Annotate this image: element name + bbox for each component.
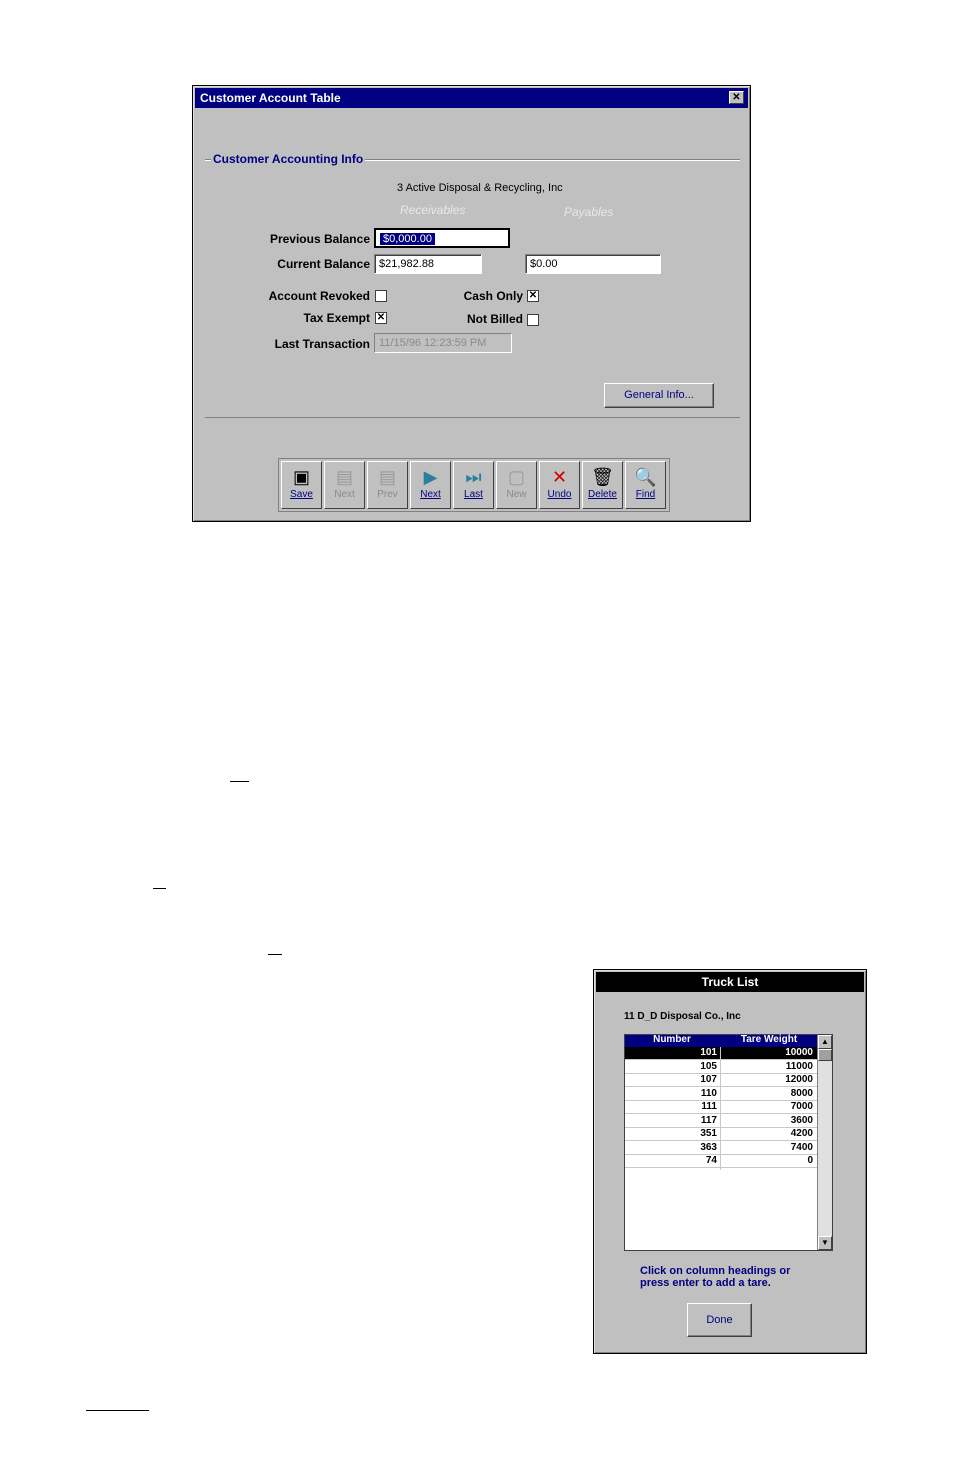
previous-balance-label: Previous Balance [269,232,370,246]
toolbar-button-label: New [506,489,527,500]
current-balance-label: Current Balance [277,257,370,271]
toolbar-button-undo[interactable]: ✕ Undo [539,461,580,509]
table-row[interactable]: 363 7400 [625,1142,817,1155]
new-icon: ▢ [507,467,525,487]
page-rule [230,781,249,782]
trash-icon: 🗑 [591,467,614,487]
last-transaction-field: 11/15/96 12:23:59 PM [374,333,512,353]
truck-customer-name: 11 D_D Disposal Co., Inc [624,1011,741,1022]
cash-only-label: Cash Only [463,289,523,303]
save-icon: ▣ [292,467,310,487]
current-balance-receivable-field[interactable]: $21,982.88 [374,254,482,274]
done-button[interactable]: Done [687,1303,752,1337]
tare-weight-cell: 10000 [785,1047,813,1058]
last-transaction-label: Last Transaction [274,337,370,351]
magnifier-icon: 🔍 [634,467,657,487]
truck-hint: Click on column headings or press enter … [640,1265,791,1289]
scroll-down-icon[interactable]: ▼ [818,1236,832,1250]
truck-number-cell: 117 [700,1114,717,1126]
table-row[interactable]: 74 0 [625,1155,817,1168]
account-revoked-label: Account Revoked [268,289,370,303]
cash-only-checkbox[interactable]: ✕ [527,290,539,302]
truck-number-cell: 351 [700,1128,717,1139]
truck-grid[interactable]: Number Tare Weight 101 10000 105 11000 107 12… [624,1034,833,1251]
table-row[interactable]: 117 3600 [625,1115,817,1128]
table-row[interactable]: 107 12000 [625,1074,817,1087]
truck-number-cell: 74 [705,1155,717,1166]
previous-balance-field[interactable]: $0,000.00 [374,228,510,248]
customer-name: 3 Active Disposal & Recycling, Inc [397,182,563,194]
tare-weight-cell: 4200 [790,1128,813,1139]
column-header-tare-weight[interactable]: Tare Weight [721,1034,817,1045]
tare-weight-cell: 12000 [785,1074,813,1085]
customer-account-titlebar[interactable]: Customer Account Table ✕ [195,88,748,108]
tare-weight-cell: 3600 [790,1114,813,1126]
table-row[interactable]: 111 7000 [625,1101,817,1114]
tare-weight-cell: 7000 [790,1101,813,1112]
table-row[interactable]: 351 4200 [625,1128,817,1141]
customer-account-window: Customer Account Table ✕ Customer Accoun… [192,85,751,522]
scroll-thumb[interactable] [818,1049,832,1061]
tare-weight-cell: 0 [807,1155,813,1166]
forward-icon: ▶ [423,467,438,487]
tare-weight-cell: 11000 [785,1060,813,1072]
group-label: Customer Accounting Info [211,152,366,166]
grid-header: Number Tare Weight [625,1034,817,1047]
toolbar-button-label: Next [334,489,355,500]
toolbar-button-label: Prev [377,489,398,500]
toolbar-button-delete[interactable]: 🗑 Delete [582,461,623,509]
toolbar-button-label: Last [464,489,483,500]
tare-weight-cell: 7400 [790,1141,813,1153]
window-title: Customer Account Table [200,91,341,105]
toolbar-button-label: Save [290,489,313,500]
truck-number-cell: 101 [700,1047,717,1058]
column-header-number[interactable]: Number [625,1034,719,1045]
page-rule [153,888,166,889]
not-billed-label: Not Billed [467,312,523,326]
general-info-button[interactable]: General Info... [604,383,714,408]
truck-number-cell: 105 [700,1060,717,1072]
table-row[interactable]: 110 8000 [625,1088,817,1101]
toolbar-button-label: Find [635,489,656,500]
page-rule [268,954,282,955]
previous-balance-value: $0,000.00 [380,233,435,245]
current-balance-payable-field[interactable]: $0.00 [525,254,661,274]
toolbar-button-next[interactable]: ▶ Next [410,461,451,509]
toolbar-button-label: Next [420,489,441,500]
truck-number-cell: 363 [700,1141,717,1153]
payables-header: Payables [564,205,614,219]
next-record-icon: ▤ [335,467,353,487]
account-revoked-checkbox[interactable] [375,290,387,302]
vertical-scrollbar[interactable]: ▲ ▼ [817,1035,832,1250]
toolbar-button-next[interactable]: ▤ Next [324,461,365,509]
truck-number-cell: 107 [700,1074,717,1085]
truck-number-cell: 111 [701,1101,717,1112]
column-divider [720,1047,721,1170]
tax-exempt-label: Tax Exempt [303,311,370,325]
close-icon[interactable]: ✕ [729,91,744,104]
undo-icon: ✕ [551,467,568,487]
truck-number-cell: 110 [700,1087,717,1099]
toolbar-button-label: Delete [588,489,617,500]
toolbar-button-last[interactable]: ⏭ Last [453,461,494,509]
prev-record-icon: ▤ [378,467,396,487]
last-icon: ⏭ [465,467,482,487]
toolbar-button-new[interactable]: ▢ New [496,461,537,509]
truck-list-titlebar[interactable]: Truck List [596,972,864,992]
toolbar-button-prev[interactable]: ▤ Prev [367,461,408,509]
toolbar-button-save[interactable]: ▣ Save [281,461,322,509]
toolbar-button-label: Undo [547,489,572,500]
table-row[interactable]: 105 11000 [625,1061,817,1074]
toolbar-button-find[interactable]: 🔍 Find [625,461,666,509]
record-toolbar: ▣ Save ▤ Next ▤ Prev ▶ Next ⏭ Last ▢ New ✕ Undo 🗑 Delet… [278,458,670,512]
window-title: Truck List [701,975,759,989]
table-row[interactable]: 101 10000 [625,1047,817,1060]
receivables-header: Receivables [400,203,466,217]
tax-exempt-checkbox[interactable]: ✕ [375,312,387,324]
truck-list-window: Truck List 11 D_D Disposal Co., Inc Numb… [593,969,867,1354]
tare-weight-cell: 8000 [790,1087,813,1099]
page-rule [86,1410,149,1411]
scroll-up-icon[interactable]: ▲ [818,1035,832,1049]
not-billed-checkbox[interactable] [527,314,539,326]
